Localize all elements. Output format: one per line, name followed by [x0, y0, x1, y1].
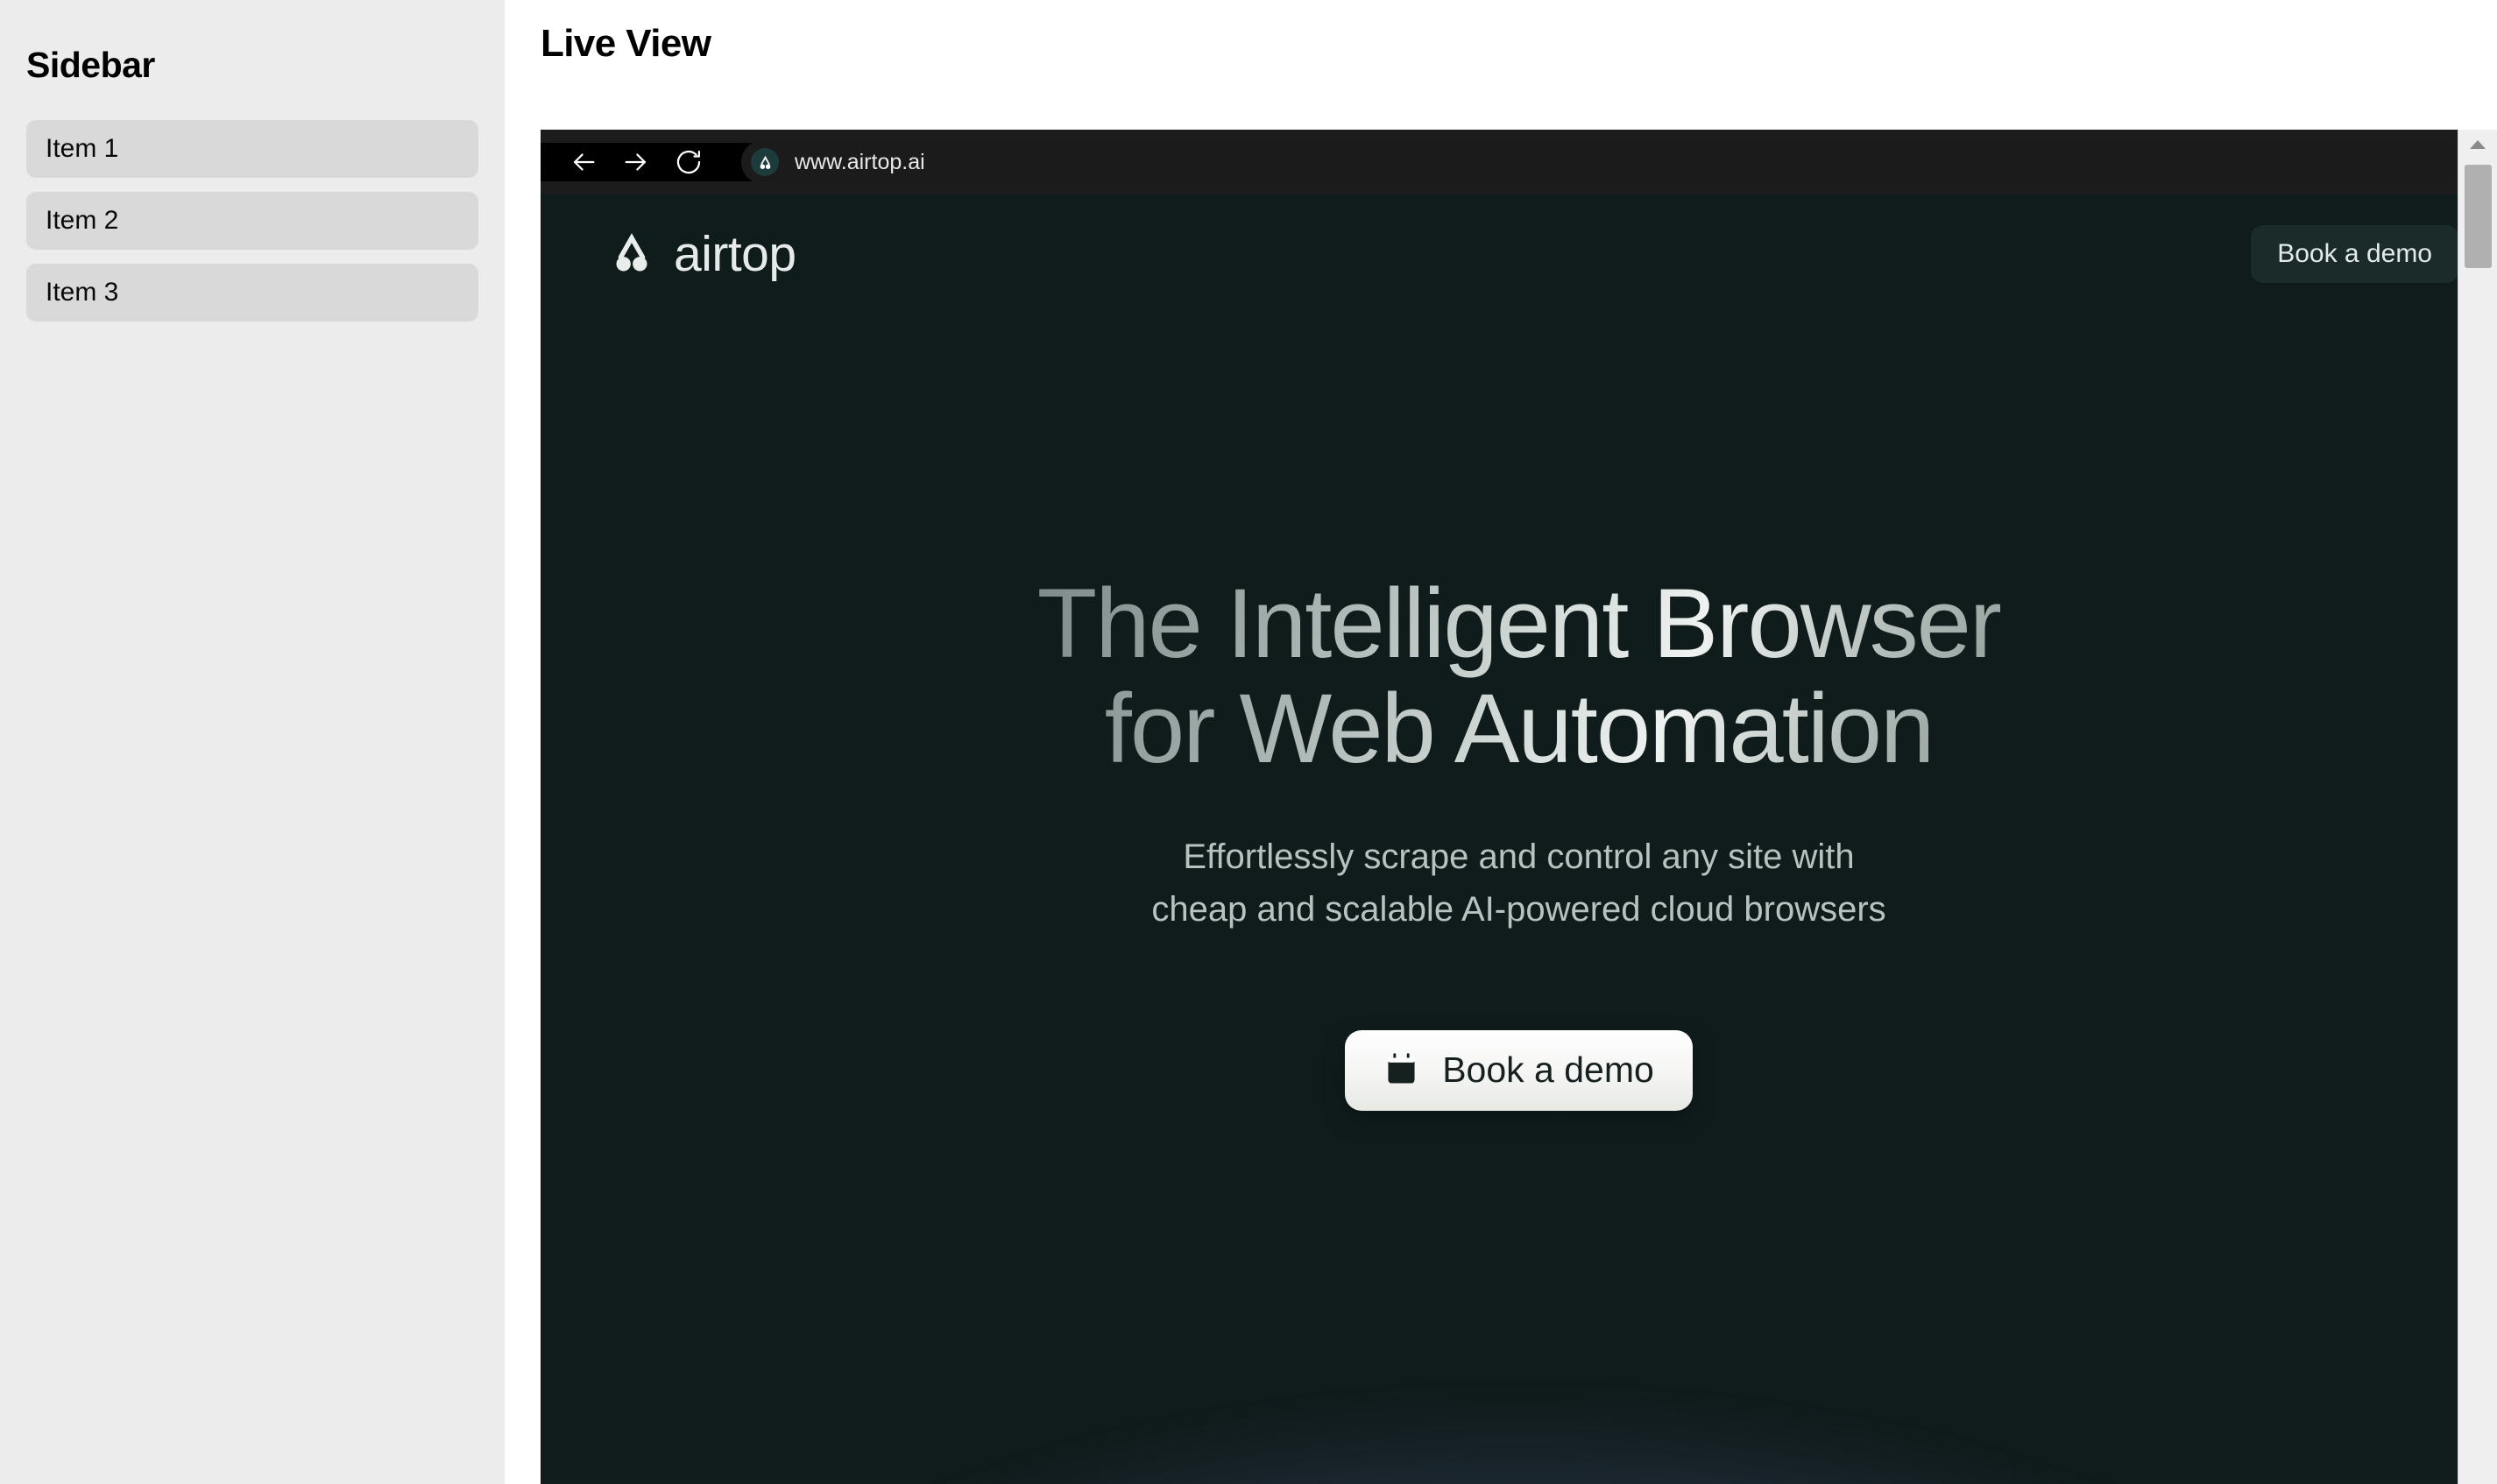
page-scrollbar[interactable]: [2458, 130, 2497, 1484]
browser-toolbar: www.airtop.ai: [541, 130, 2497, 194]
sidebar-item-label: Item 3: [46, 278, 119, 307]
airtop-logo-icon: [607, 228, 656, 281]
arrow-left-icon: [569, 147, 598, 177]
hero-subheadline: Effortlessly scrape and control any site…: [1151, 830, 1885, 936]
brand-wordmark: airtop: [674, 225, 796, 282]
site-header: airtop Book a demo: [541, 194, 2497, 314]
app-root: Sidebar Item 1 Item 2 Item 3 Live View w…: [0, 0, 2497, 1484]
hero-cta-label: Book a demo: [1442, 1049, 1654, 1091]
hero-section: The Intelligent Browser for Web Automati…: [541, 194, 2497, 1484]
sidebar-item-1[interactable]: Item 1: [26, 120, 478, 178]
hero-book-a-demo-button[interactable]: Book a demo: [1345, 1029, 1693, 1111]
airtop-favicon: [751, 148, 779, 176]
hero-headline-line-2: for Web Automation: [1104, 673, 1934, 783]
url-text: www.airtop.ai: [795, 149, 925, 174]
arrow-right-icon: [621, 147, 651, 177]
scrollbar-thumb[interactable]: [2464, 165, 2492, 268]
forward-button[interactable]: [616, 142, 656, 182]
reload-icon: [674, 147, 704, 177]
page-title: Live View: [541, 22, 711, 65]
hero-headline-line-1: The Intelligent Browser: [1036, 569, 2001, 678]
reload-button[interactable]: [668, 142, 709, 182]
sidebar-title: Sidebar: [26, 45, 155, 85]
sidebar-item-2[interactable]: Item 2: [26, 192, 478, 250]
back-button[interactable]: [563, 142, 604, 182]
rendered-webpage: airtop Book a demo The Intelligent Brows…: [541, 194, 2497, 1484]
sidebar-item-label: Item 2: [46, 206, 119, 235]
hero-subheadline-line-1: Effortlessly scrape and control any site…: [1183, 837, 1855, 876]
browser-live-view: www.airtop.ai airtop Book a demo The Int…: [541, 130, 2497, 1484]
sidebar-item-3[interactable]: Item 3: [26, 264, 478, 322]
site-logo[interactable]: airtop: [607, 228, 796, 281]
hero-subheadline-line-2: cheap and scalable AI-powered cloud brow…: [1151, 889, 1886, 929]
url-bar[interactable]: www.airtop.ai: [741, 140, 2497, 184]
header-book-a-demo-button[interactable]: Book a demo: [2251, 225, 2458, 283]
caret-up-icon: [2469, 138, 2486, 155]
sidebar-item-list: Item 1 Item 2 Item 3: [26, 120, 478, 322]
sidebar: Sidebar Item 1 Item 2 Item 3: [0, 0, 505, 1484]
sidebar-item-label: Item 1: [46, 134, 119, 163]
scrollbar-up-button[interactable]: [2458, 130, 2497, 163]
calendar-icon: [1383, 1051, 1419, 1090]
hero-headline: The Intelligent Browser for Web Automati…: [1037, 571, 2000, 781]
